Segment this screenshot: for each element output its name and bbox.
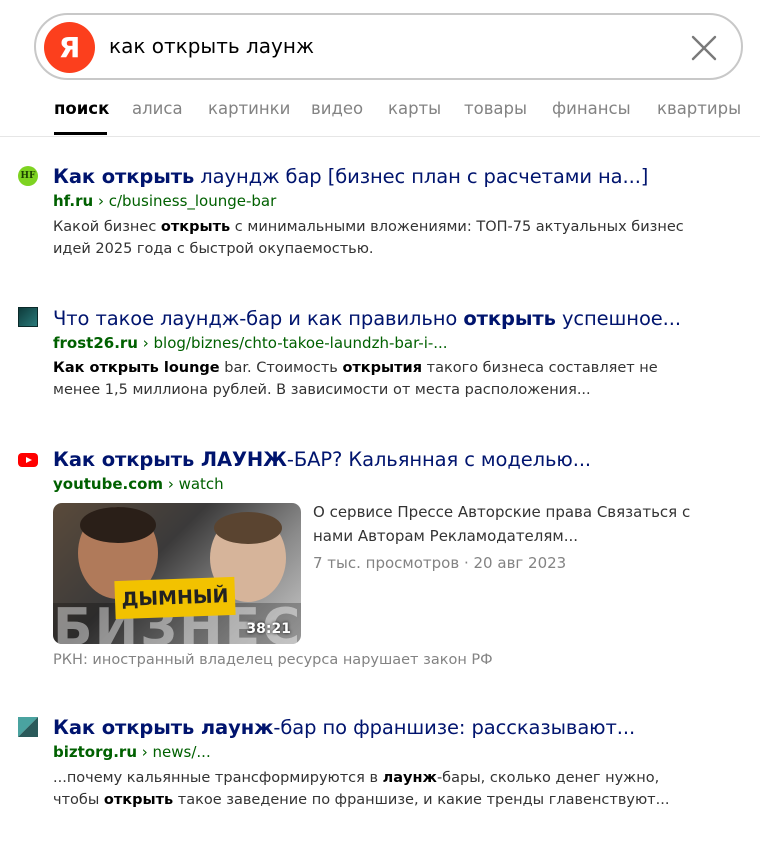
result-snippet: Как открыть lounge bar. Стоимость открыт… — [53, 360, 658, 398]
result-title-link[interactable]: Как открыть ЛАУНЖ-БАР? Кальянная с модел… — [53, 448, 591, 471]
thumbnail-banner-text: ДЫМНЫЙ — [114, 576, 236, 620]
result-snippet: ...почему кальянные трансформируются в л… — [53, 770, 670, 808]
biztorg-favicon-icon — [18, 717, 38, 737]
rkn-warning: РКН: иностранный владелец ресурса наруша… — [53, 652, 493, 668]
tab-search[interactable]: поиск — [54, 99, 109, 118]
tab-finance[interactable]: финансы — [552, 99, 631, 118]
video-thumbnail[interactable]: БИЗНЕС ДЫМНЫЙ 38:21 — [53, 503, 301, 644]
search-input[interactable]: как открыть лаунж — [109, 34, 314, 58]
search-tabs: поиск алиса картинки видео карты товары … — [0, 99, 760, 137]
result-url[interactable]: youtube.com › watch — [53, 475, 224, 493]
result-url[interactable]: frost26.ru › blog/biznes/chto-takoe-laun… — [53, 334, 448, 352]
result-title-link[interactable]: Как открыть лаунж-бар по франшизе: расск… — [53, 716, 635, 739]
video-description: О сервисе Прессе Авторские права Связать… — [313, 503, 691, 545]
result-url[interactable]: biztorg.ru › news/... — [53, 743, 211, 761]
result-title-link[interactable]: Что такое лаундж-бар и как правильно отк… — [53, 307, 681, 330]
hf-favicon-icon: HF — [18, 166, 38, 186]
yandex-logo[interactable]: Я — [44, 22, 95, 73]
tab-apartments[interactable]: квартиры — [657, 99, 741, 118]
tab-products[interactable]: товары — [464, 99, 527, 118]
tab-video[interactable]: видео — [311, 99, 363, 118]
tab-maps[interactable]: карты — [388, 99, 441, 118]
result-title-link[interactable]: Как открыть лаундж бар [бизнес план с ра… — [53, 165, 648, 188]
tab-alice[interactable]: алиса — [132, 99, 183, 118]
close-icon[interactable] — [690, 34, 718, 62]
result-url[interactable]: hf.ru › c/business_lounge-bar — [53, 192, 276, 210]
result-snippet: Какой бизнес открыть с минимальными влож… — [53, 219, 684, 257]
active-tab-indicator — [54, 132, 107, 135]
frost26-favicon-icon — [18, 307, 38, 327]
video-duration: 38:21 — [246, 621, 291, 637]
search-bar[interactable]: Я как открыть лаунж — [34, 13, 743, 80]
tab-images[interactable]: картинки — [208, 99, 290, 118]
video-meta: 7 тыс. просмотров · 20 авг 2023 — [313, 554, 567, 572]
youtube-favicon-icon — [18, 453, 38, 467]
